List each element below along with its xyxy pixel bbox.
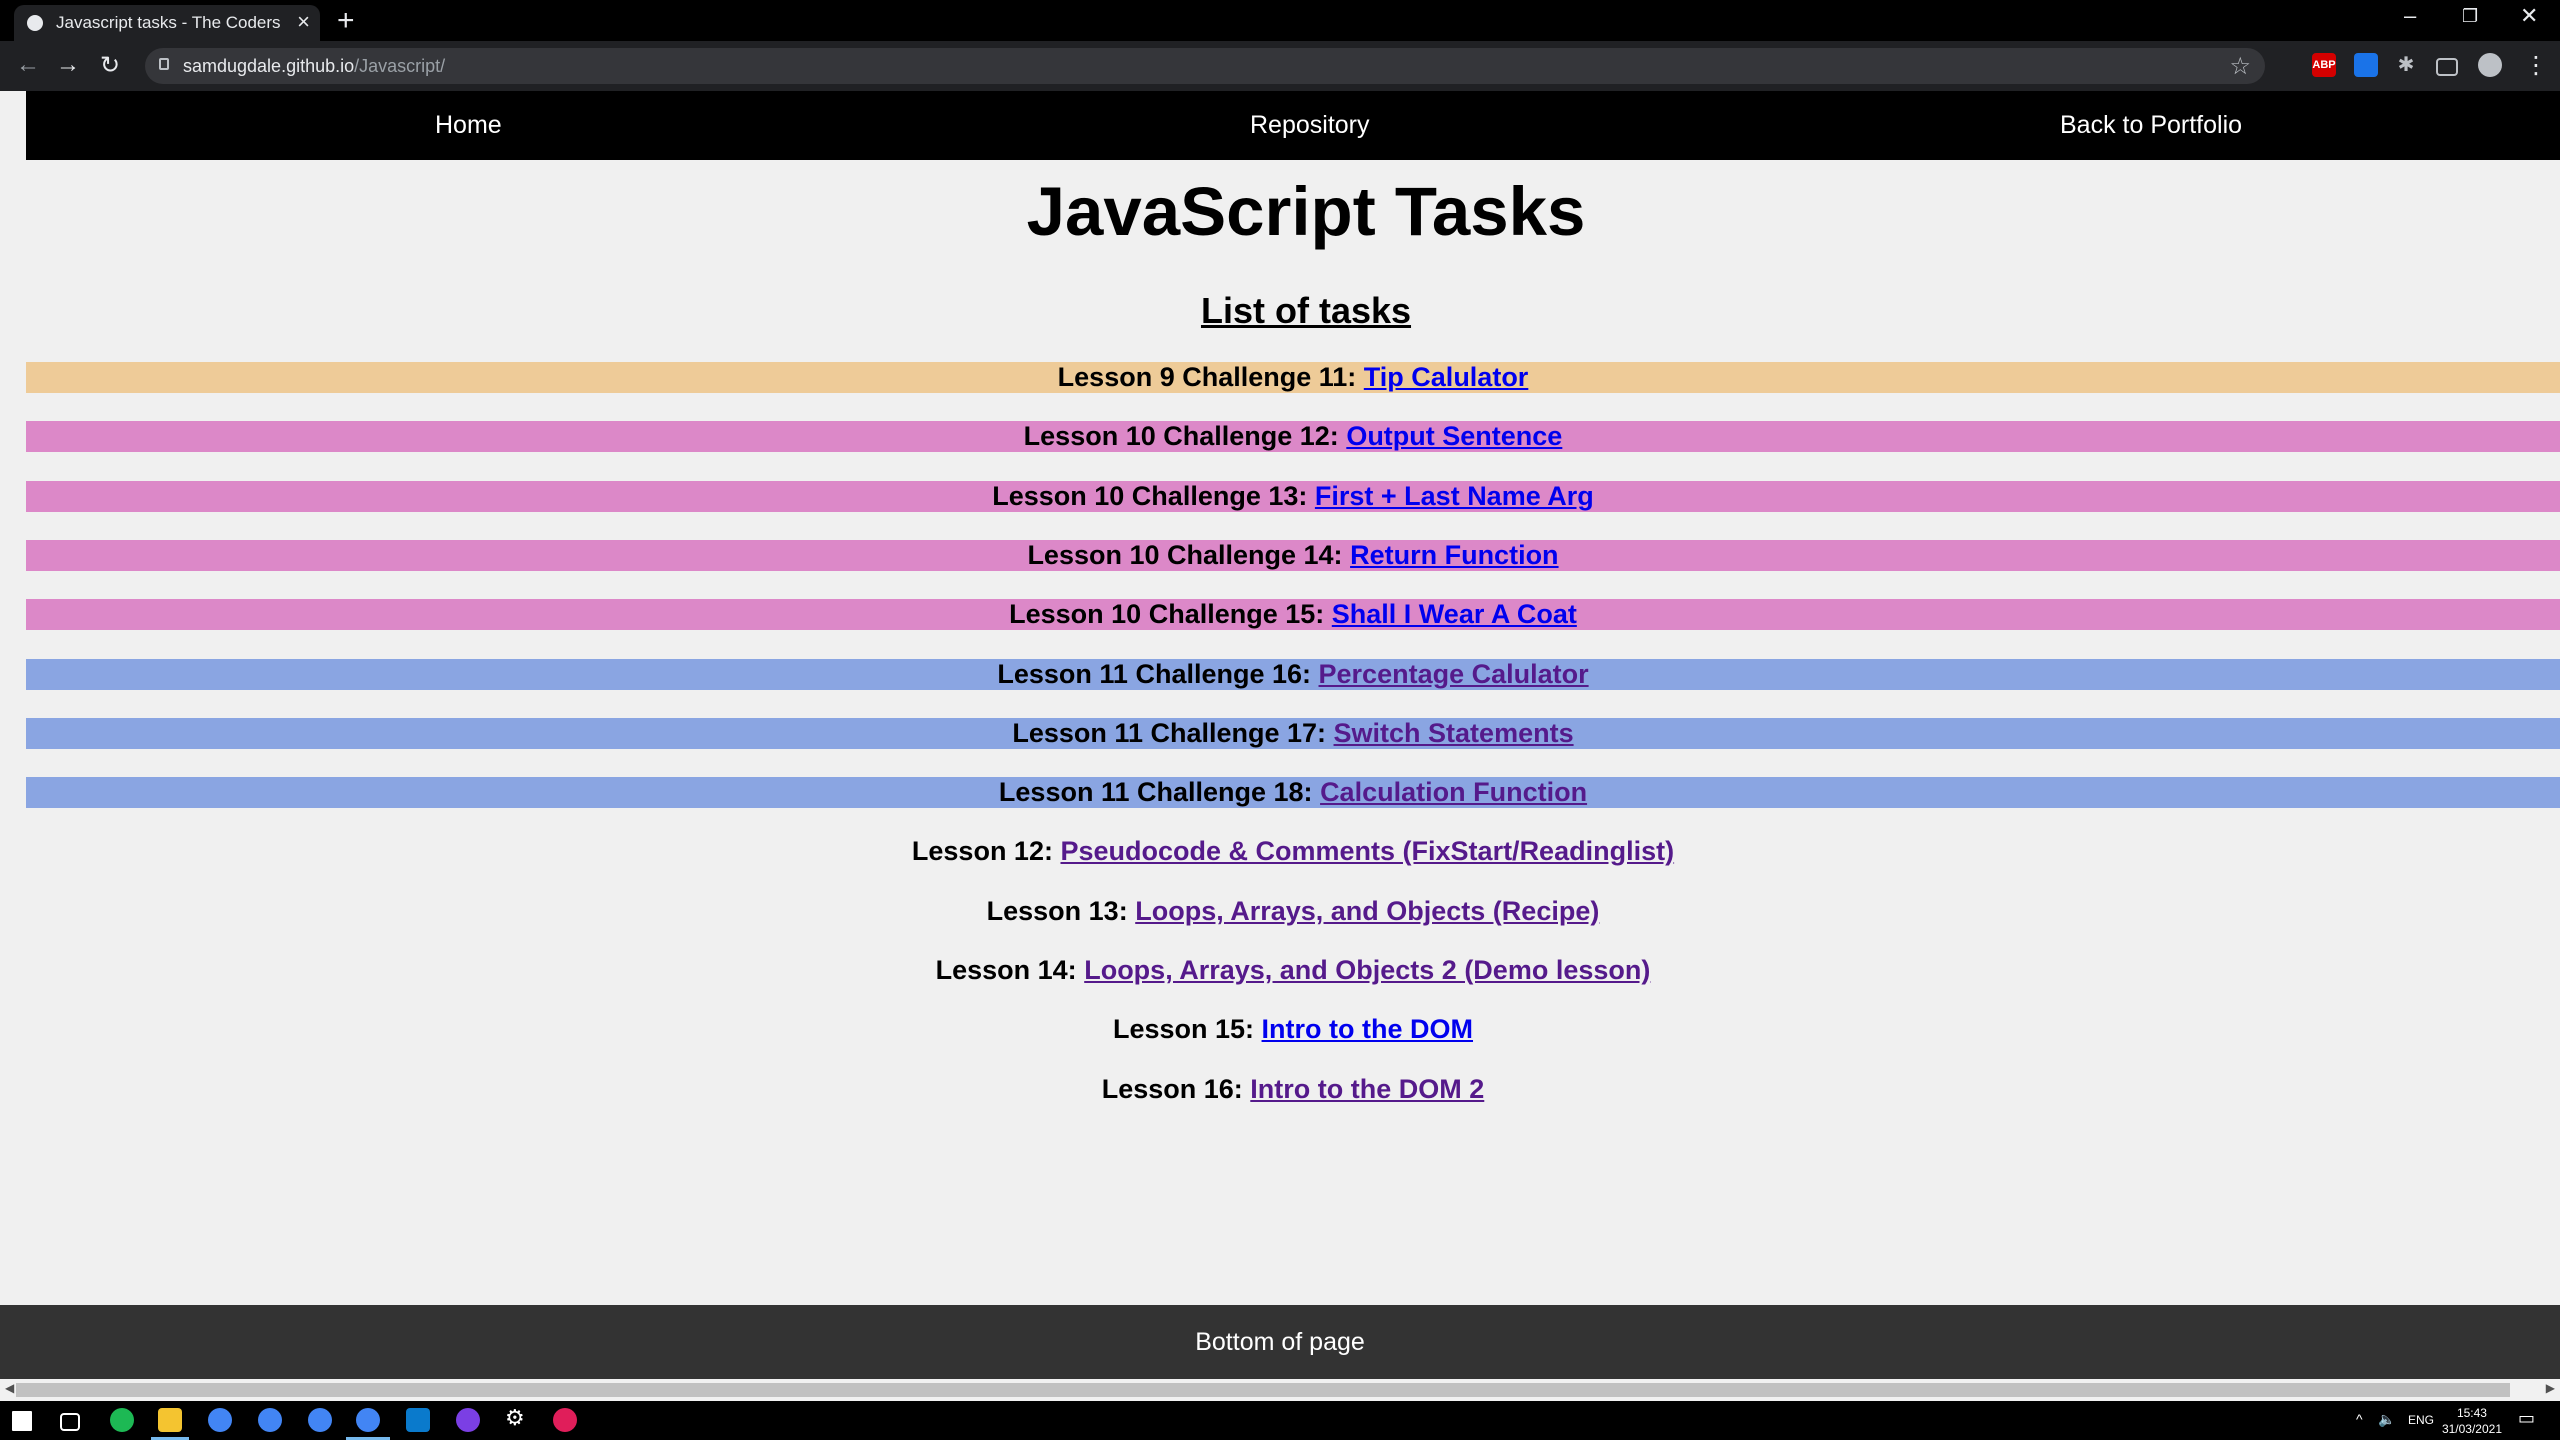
task-row: Lesson 11 Challenge 18: Calculation Func… <box>26 777 2560 808</box>
task-link[interactable]: Switch Statements <box>1334 718 1574 748</box>
task-label: Lesson 10 Challenge 13: <box>992 481 1308 511</box>
extension-icon[interactable] <box>2354 53 2378 77</box>
task-link[interactable]: First + Last Name Arg <box>1315 481 1594 511</box>
puzzle-icon[interactable]: ✱ <box>2394 53 2418 77</box>
task-row: Lesson 13: Loops, Arrays, and Objects (R… <box>26 896 2560 927</box>
bookmark-star-icon[interactable]: ☆ <box>2229 52 2251 81</box>
task-row: Lesson 10 Challenge 15: Shall I Wear A C… <box>26 599 2560 630</box>
start-icon[interactable] <box>12 1411 32 1431</box>
slack-icon[interactable] <box>553 1408 577 1432</box>
task-label: Lesson 11 Challenge 18: <box>998 777 1313 807</box>
task-view-icon[interactable] <box>60 1413 80 1431</box>
profile-avatar-icon[interactable] <box>2478 53 2502 77</box>
clock[interactable]: 15:43 31/03/2021 <box>2442 1405 2502 1437</box>
github-desktop-icon[interactable] <box>456 1408 480 1432</box>
task-row: Lesson 11 Challenge 17: Switch Statement… <box>26 718 2560 749</box>
adblock-icon[interactable]: ABP <box>2312 53 2336 77</box>
task-row: Lesson 12: Pseudocode & Comments (FixSta… <box>26 836 2560 867</box>
browser-tab[interactable]: Javascript tasks - The Coders Gui × <box>14 5 320 41</box>
browser-toolbar: ← → ↻ samdugdale.github.io/Javascript/ ☆… <box>0 41 2560 91</box>
task-row: Lesson 15: Intro to the DOM <box>26 1014 2560 1045</box>
task-label: Lesson 10 Challenge 12: <box>1023 421 1339 451</box>
cast-icon[interactable] <box>2436 58 2458 76</box>
site-nav: Home Repository Back to Portfolio <box>26 91 2560 160</box>
settings-gear-icon[interactable]: ⚙ <box>505 1405 529 1430</box>
window-close-icon[interactable]: ✕ <box>2520 3 2538 29</box>
file-explorer-icon[interactable] <box>158 1408 182 1432</box>
scrollbar-thumb[interactable] <box>16 1383 2510 1397</box>
menu-icon[interactable]: ⋮ <box>2524 51 2548 80</box>
page-footer: Bottom of page <box>0 1305 2560 1385</box>
vscode-icon[interactable] <box>406 1408 430 1432</box>
task-row: Lesson 14: Loops, Arrays, and Objects 2 … <box>26 955 2560 986</box>
task-row: Lesson 10 Challenge 12: Output Sentence <box>26 421 2560 452</box>
browser-titlebar: Javascript tasks - The Coders Gui × + – … <box>0 0 2560 41</box>
clock-date: 31/03/2021 <box>2441 1422 2502 1436</box>
task-link[interactable]: Calculation Function <box>1320 777 1587 807</box>
task-link[interactable]: Shall I Wear A Coat <box>1332 599 1577 629</box>
nav-portfolio-link[interactable]: Back to Portfolio <box>2060 111 2242 140</box>
chrome-icon[interactable] <box>258 1408 282 1432</box>
volume-icon[interactable]: 🔈 <box>2378 1411 2395 1428</box>
task-link[interactable]: Tip Calulator <box>1364 362 1529 392</box>
tray-chevron-icon[interactable]: ^ <box>2356 1411 2363 1427</box>
task-link[interactable]: Percentage Calulator <box>1319 659 1589 689</box>
task-link[interactable]: Output Sentence <box>1346 421 1562 451</box>
minimize-icon[interactable]: – <box>2404 3 2416 29</box>
nav-home-link[interactable]: Home <box>435 111 502 140</box>
task-label: Lesson 10 Challenge 15: <box>1009 599 1325 629</box>
task-label: Lesson 10 Challenge 14: <box>1027 540 1343 570</box>
footer-text: Bottom of page <box>1195 1328 1365 1356</box>
reload-icon[interactable]: ↻ <box>100 51 120 80</box>
page-subtitle: List of tasks <box>1200 290 1412 331</box>
task-link[interactable]: Loops, Arrays, and Objects 2 (Demo lesso… <box>1084 955 1650 985</box>
notifications-icon[interactable]: ▭ <box>2518 1408 2535 1429</box>
task-label: Lesson 14: <box>935 955 1077 985</box>
new-tab-icon[interactable]: + <box>337 5 355 37</box>
address-bar[interactable]: samdugdale.github.io/Javascript/ ☆ <box>145 48 2265 84</box>
task-label: Lesson 9 Challenge 11: <box>1057 362 1357 392</box>
task-row: Lesson 9 Challenge 11: Tip Calulator <box>26 362 2560 393</box>
task-label: Lesson 12: <box>911 836 1053 866</box>
chrome-icon[interactable] <box>356 1408 380 1432</box>
spotify-icon[interactable] <box>110 1408 134 1432</box>
tab-title: Javascript tasks - The Coders Gui <box>56 13 286 32</box>
page-title: JavaScript Tasks <box>1026 173 1586 250</box>
nav-repository-link[interactable]: Repository <box>1250 111 1370 140</box>
task-label: Lesson 11 Challenge 17: <box>1012 718 1327 748</box>
back-icon[interactable]: ← <box>16 51 40 79</box>
language-indicator[interactable]: ENG <box>2408 1413 2434 1427</box>
forward-icon[interactable]: → <box>56 51 80 79</box>
task-link[interactable]: Pseudocode & Comments (FixStart/Readingl… <box>1060 836 1674 866</box>
clock-time: 15:43 <box>2456 1406 2487 1420</box>
task-label: Lesson 15: <box>1112 1014 1255 1044</box>
windows-taskbar: ⚙ ^ 🔈 ENG 15:43 31/03/2021 ▭ <box>0 1401 2560 1440</box>
restore-icon[interactable]: ❐ <box>2462 6 2478 27</box>
close-tab-icon[interactable]: × <box>297 10 310 34</box>
task-label: Lesson 11 Challenge 16: <box>997 659 1311 689</box>
chrome-icon[interactable] <box>208 1408 232 1432</box>
task-link[interactable]: Intro to the DOM 2 <box>1250 1074 1484 1104</box>
scroll-left-icon[interactable]: ◀ <box>5 1381 14 1395</box>
task-label: Lesson 13: <box>986 896 1128 926</box>
task-row: Lesson 16: Intro to the DOM 2 <box>26 1074 2560 1105</box>
task-row: Lesson 10 Challenge 14: Return Function <box>26 540 2560 571</box>
task-label: Lesson 16: <box>1101 1074 1243 1104</box>
lock-icon <box>159 58 169 70</box>
task-link[interactable]: Loops, Arrays, and Objects (Recipe) <box>1135 896 1599 926</box>
favicon-icon <box>27 15 43 31</box>
chrome-icon[interactable] <box>308 1408 332 1432</box>
scroll-right-icon[interactable]: ▶ <box>2546 1381 2555 1395</box>
task-row: Lesson 10 Challenge 13: First + Last Nam… <box>26 481 2560 512</box>
task-link[interactable]: Return Function <box>1350 540 1558 570</box>
task-row: Lesson 11 Challenge 16: Percentage Calul… <box>26 659 2560 690</box>
task-link[interactable]: Intro to the DOM <box>1262 1014 1473 1044</box>
url-text: samdugdale.github.io/Javascript/ <box>183 56 446 76</box>
horizontal-scrollbar[interactable]: ◀ ▶ <box>0 1379 2560 1401</box>
